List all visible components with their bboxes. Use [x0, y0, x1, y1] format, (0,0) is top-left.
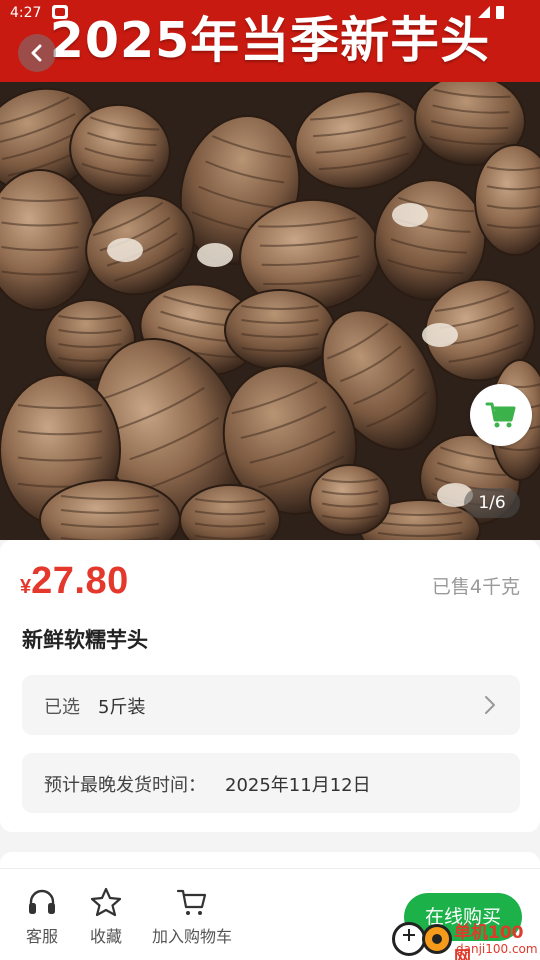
product-name: 新鲜软糯芋头	[22, 628, 148, 652]
spec-label: 已选	[44, 697, 80, 718]
price-value: 27.80	[31, 560, 129, 602]
status-indicators	[478, 6, 504, 19]
image-pager-indicator: 1/6	[464, 488, 520, 518]
watermark-dpad-icon	[392, 922, 426, 956]
product-info-card: ¥27.80 已售4千克 新鲜软糯芋头 已选 5斤装 预计最晚发货时间： 202…	[0, 540, 540, 832]
app-notification-icon	[52, 5, 68, 19]
product-image-carousel[interactable]: 2025年当季新芋头 4:27 1/6	[0, 0, 540, 540]
banner-title: 2025年当季新芋头	[49, 12, 491, 69]
shipping-estimate: 预计最晚发货时间： 2025年11月12日	[22, 753, 520, 813]
spec-selector[interactable]: 已选 5斤装	[22, 675, 520, 735]
add-to-cart-label: 加入购物车	[151, 927, 232, 946]
favorite-button[interactable]: 收藏	[84, 887, 128, 947]
promo-banner: 2025年当季新芋头	[0, 0, 540, 82]
status-time: 4:27	[10, 5, 42, 21]
battery-icon	[496, 6, 504, 19]
price: ¥27.80	[20, 560, 129, 603]
back-button[interactable]	[18, 34, 56, 72]
shipping-label: 预计最晚发货时间：	[44, 775, 206, 796]
watermark-logo: 单机100网 danji100.com	[392, 918, 540, 960]
watermark-button-icon	[422, 924, 452, 954]
spec-value: 5斤装	[98, 697, 146, 718]
watermark-url: danji100.com	[456, 942, 538, 956]
cart-icon	[485, 402, 516, 428]
headset-icon	[29, 889, 55, 914]
shipping-date: 2025年11月12日	[225, 775, 371, 796]
customer-service-button[interactable]: 客服	[20, 887, 64, 947]
currency-symbol: ¥	[20, 576, 32, 598]
signal-icon	[478, 6, 490, 18]
floating-cart-button[interactable]	[470, 384, 532, 446]
product-detail-page: 2025年当季新芋头 4:27 1/6 ¥27.80 已售4千克 新鲜软糯芋头 …	[0, 0, 540, 960]
shopping-cart-icon	[176, 889, 207, 915]
chevron-left-icon	[31, 44, 42, 62]
favorite-label: 收藏	[89, 927, 122, 946]
sold-count: 已售4千克	[431, 576, 520, 598]
customer-service-label: 客服	[25, 927, 58, 946]
add-to-cart-button[interactable]: 加入购物车	[146, 887, 238, 947]
chevron-right-icon	[485, 696, 495, 714]
star-icon	[90, 887, 122, 917]
